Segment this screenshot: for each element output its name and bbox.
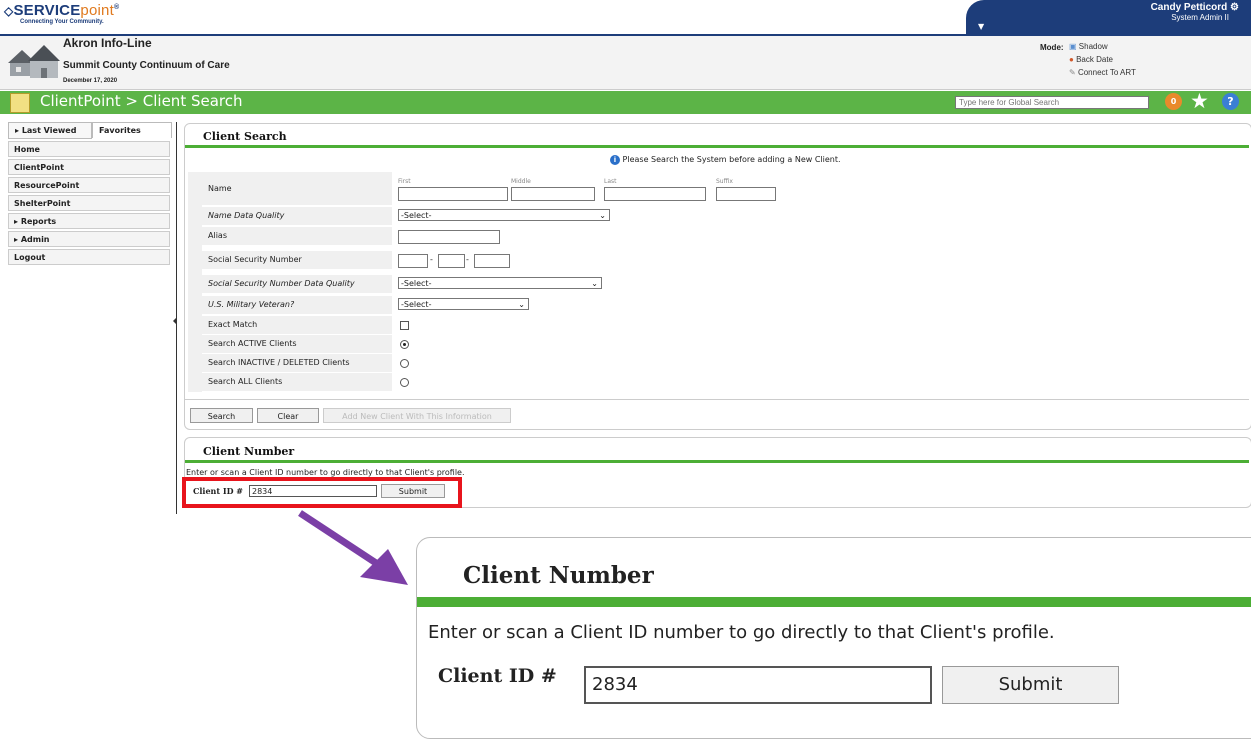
chevron-down-icon: ⌄ bbox=[591, 279, 598, 288]
shadow-icon: ▣ bbox=[1069, 42, 1077, 51]
user-panel[interactable]: Candy Petticord ⚙ System Admin II ▼ bbox=[966, 0, 1251, 34]
notebook-icon bbox=[10, 93, 30, 113]
title-bar: ClientPoint > Client Search 0 ★ ? bbox=[0, 89, 1251, 114]
user-name[interactable]: Candy Petticord ⚙ bbox=[1151, 2, 1239, 13]
green-divider bbox=[185, 460, 1249, 463]
all-clients-radio[interactable] bbox=[400, 378, 409, 387]
info-icon: i bbox=[610, 155, 620, 165]
dropdown-arrow-icon[interactable]: ▼ bbox=[978, 22, 984, 31]
active-clients-radio[interactable] bbox=[400, 340, 409, 349]
veteran-select[interactable]: -Select- ⌄ bbox=[398, 298, 529, 310]
tagline: Connecting Your Community. bbox=[20, 19, 104, 25]
alert-badge-icon[interactable]: 0 bbox=[1165, 93, 1182, 110]
search-notice: i Please Search the System before adding… bbox=[610, 155, 841, 165]
sidebar-item-resourcepoint[interactable]: ResourcePoint bbox=[8, 177, 170, 193]
callout-arrow bbox=[298, 510, 408, 585]
user-role: System Admin II bbox=[1171, 13, 1229, 22]
add-new-client-button[interactable]: Add New Client With This Information bbox=[323, 408, 511, 423]
name-dq-select[interactable]: -Select- ⌄ bbox=[398, 209, 610, 221]
coc-name: Summit County Continuum of Care bbox=[63, 60, 230, 71]
tab-last-viewed[interactable]: ▸ Last Viewed bbox=[8, 122, 92, 139]
search-button[interactable]: Search bbox=[190, 408, 253, 423]
highlight-box bbox=[182, 477, 462, 508]
client-number-title: Client Number bbox=[203, 445, 295, 458]
suffix-input[interactable] bbox=[716, 187, 776, 201]
middle-sublabel: Middle bbox=[511, 178, 531, 185]
current-date: December 17, 2020 bbox=[63, 78, 118, 84]
ssn-label: Social Security Number bbox=[202, 251, 392, 269]
client-number-instructions: Enter or scan a Client ID number to go d… bbox=[186, 468, 465, 477]
calendar-icon: ● bbox=[1069, 55, 1074, 64]
exact-match-label: Exact Match bbox=[202, 316, 392, 334]
sidebar-item-home[interactable]: Home bbox=[8, 141, 170, 157]
chevron-down-icon: ⌄ bbox=[599, 211, 606, 220]
favorites-star-icon[interactable]: ★ bbox=[1190, 89, 1209, 113]
connect-icon: ✎ bbox=[1069, 68, 1076, 77]
zoom-client-id-input[interactable]: 2834 bbox=[584, 666, 932, 704]
zoom-instructions: Enter or scan a Client ID number to go d… bbox=[428, 622, 1055, 643]
suffix-sublabel: Suffix bbox=[716, 178, 733, 185]
alias-label: Alias bbox=[202, 227, 392, 245]
global-search-input[interactable] bbox=[955, 96, 1149, 109]
ssn-part3-input[interactable] bbox=[474, 254, 510, 268]
form-divider bbox=[185, 399, 1249, 400]
inactive-clients-label: Search INACTIVE / DELETED Clients bbox=[202, 354, 392, 372]
mode-shadow[interactable]: ▣ Shadow bbox=[1069, 42, 1108, 51]
gear-icon[interactable]: ⚙ bbox=[1230, 2, 1239, 13]
last-name-input[interactable] bbox=[604, 187, 706, 201]
sidebar-item-clientpoint[interactable]: ClientPoint bbox=[8, 159, 170, 175]
green-divider bbox=[185, 145, 1249, 148]
name-label: Name bbox=[202, 172, 392, 205]
ssn-part2-input[interactable] bbox=[438, 254, 465, 268]
client-search-title: Client Search bbox=[203, 130, 287, 143]
page-title: ClientPoint > Client Search bbox=[40, 92, 243, 110]
servicepoint-logo: ◇SERVICEpoint® bbox=[4, 2, 120, 19]
ssn-dq-select[interactable]: -Select- ⌄ bbox=[398, 277, 602, 289]
active-clients-label: Search ACTIVE Clients bbox=[202, 335, 392, 353]
name-dq-label: Name Data Quality bbox=[202, 207, 392, 225]
chevron-down-icon: ⌄ bbox=[518, 300, 525, 309]
veteran-label: U.S. Military Veteran? bbox=[202, 296, 392, 314]
last-sublabel: Last bbox=[604, 178, 617, 185]
tab-favorites[interactable]: Favorites bbox=[92, 122, 172, 138]
first-sublabel: First bbox=[398, 178, 411, 185]
middle-name-input[interactable] bbox=[511, 187, 595, 201]
mode-back-date[interactable]: ● Back Date bbox=[1069, 55, 1113, 64]
zoom-client-number-title: Client Number bbox=[463, 562, 654, 589]
org-bar: Akron Info-Line Summit County Continuum … bbox=[0, 36, 1251, 90]
ssn-separator: - bbox=[466, 255, 469, 264]
ssn-dq-label: Social Security Number Data Quality bbox=[202, 275, 392, 293]
org-name: Akron Info-Line bbox=[63, 36, 152, 50]
clear-button[interactable]: Clear bbox=[257, 408, 319, 423]
exact-match-checkbox[interactable] bbox=[400, 321, 409, 330]
alias-input[interactable] bbox=[398, 230, 500, 244]
ssn-part1-input[interactable] bbox=[398, 254, 428, 268]
sidebar-item-logout[interactable]: Logout bbox=[8, 249, 170, 265]
sidebar-item-admin[interactable]: ▸ Admin bbox=[8, 231, 170, 247]
form-gutter bbox=[188, 172, 202, 392]
ssn-separator: - bbox=[430, 255, 433, 264]
top-bar: ◇SERVICEpoint® Connecting Your Community… bbox=[0, 0, 1251, 36]
mode-connect-art[interactable]: ✎ Connect To ART bbox=[1069, 68, 1136, 77]
sidebar-item-reports[interactable]: ▸ Reports bbox=[8, 213, 170, 229]
zoom-client-id-label: Client ID # bbox=[438, 665, 557, 687]
houses-icon bbox=[8, 45, 60, 78]
sidebar-item-shelterpoint[interactable]: ShelterPoint bbox=[8, 195, 170, 211]
collapse-sidebar-icon[interactable] bbox=[173, 317, 177, 325]
all-clients-label: Search ALL Clients bbox=[202, 373, 392, 391]
help-icon[interactable]: ? bbox=[1222, 93, 1239, 110]
zoom-submit-button[interactable]: Submit bbox=[942, 666, 1119, 704]
mode-label: Mode: bbox=[1040, 43, 1064, 52]
first-name-input[interactable] bbox=[398, 187, 508, 201]
zoom-green-divider bbox=[417, 597, 1251, 607]
inactive-clients-radio[interactable] bbox=[400, 359, 409, 368]
